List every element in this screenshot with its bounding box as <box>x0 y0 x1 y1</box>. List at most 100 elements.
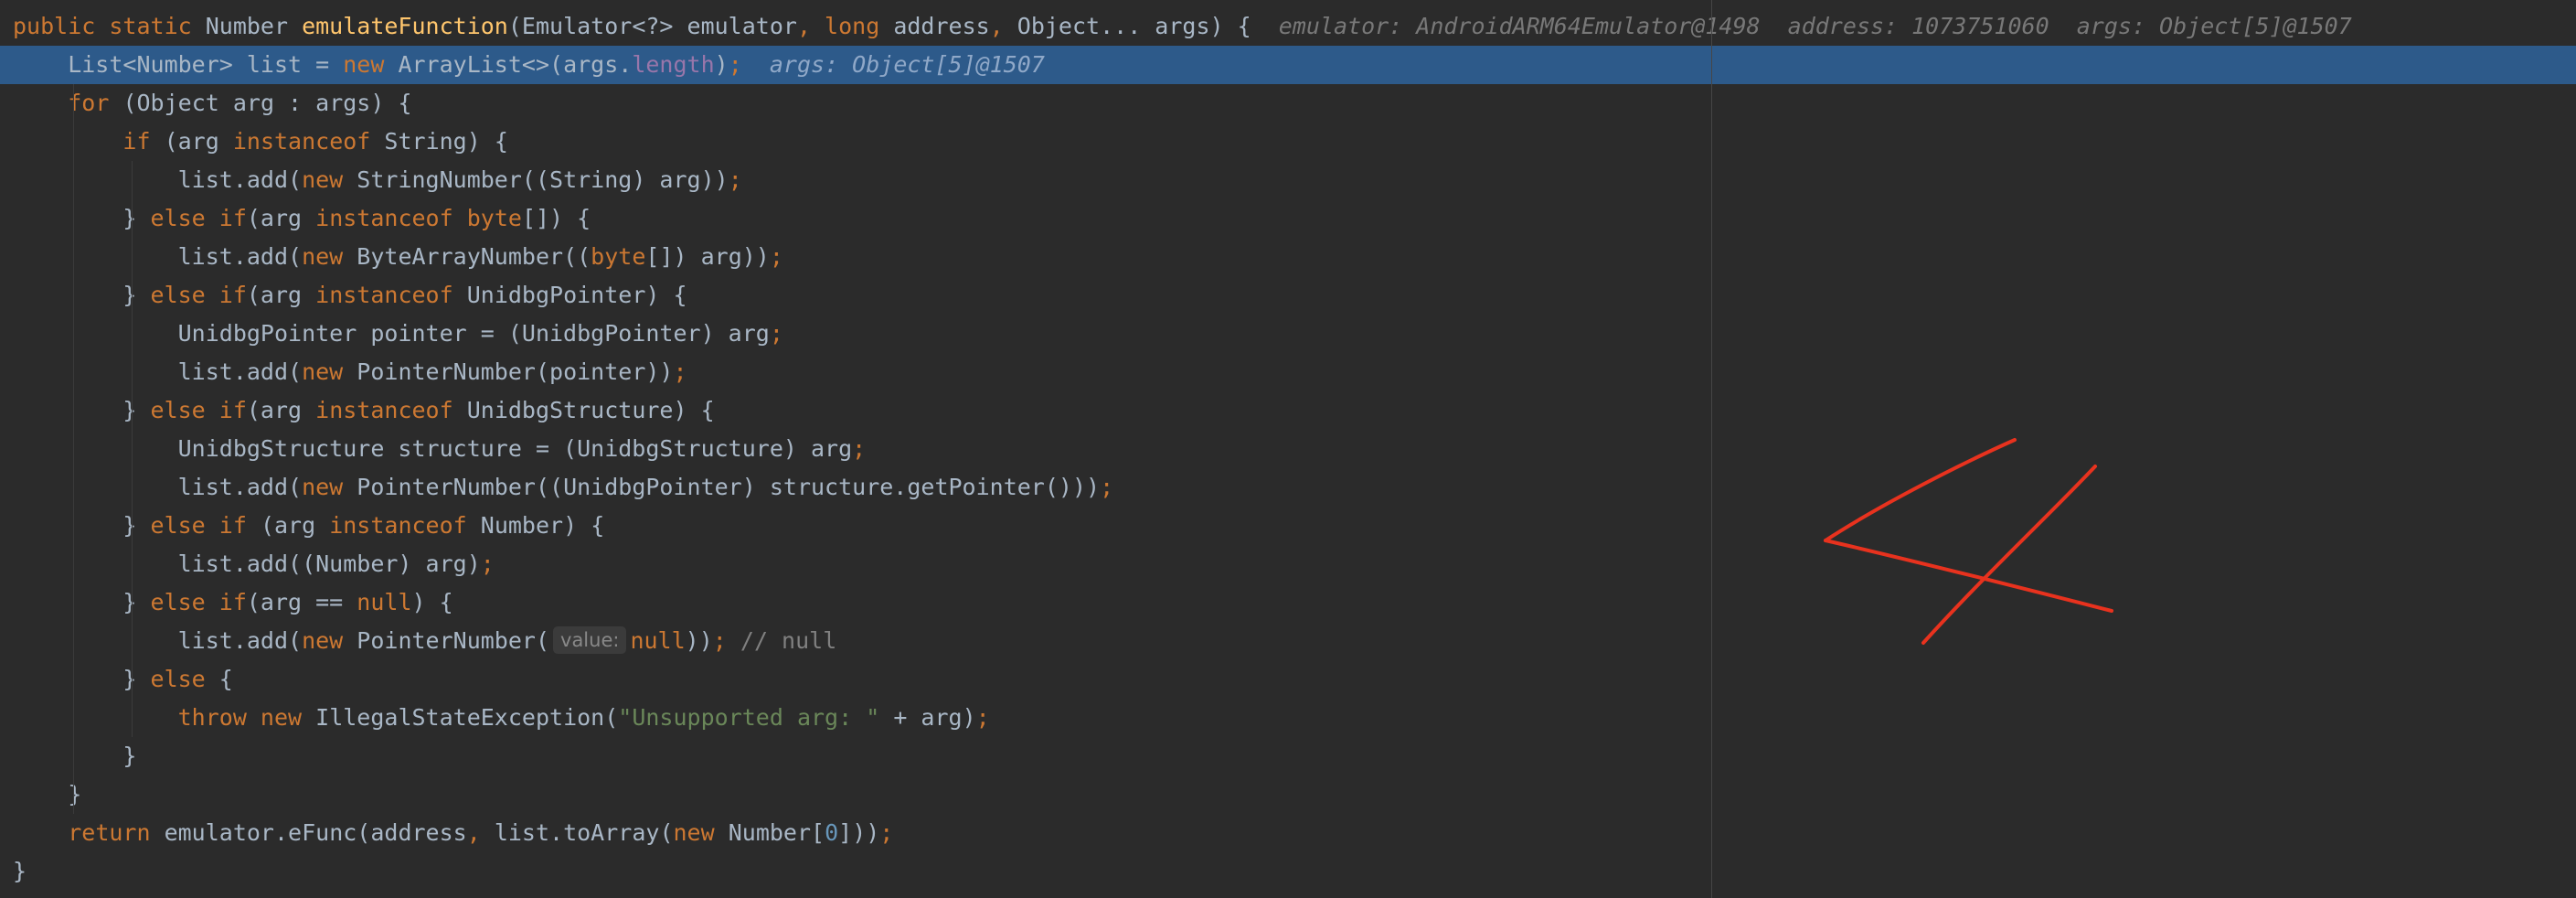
code-token: new <box>302 358 357 385</box>
code-token: else if <box>150 589 247 615</box>
code-token: byte <box>591 243 646 270</box>
code-token: new <box>302 627 357 654</box>
code-token: instanceof <box>329 512 481 539</box>
code-text: } else if (arg instanceof Number) { <box>13 507 604 545</box>
code-token: else if <box>150 282 247 308</box>
code-token: static <box>109 13 206 39</box>
code-line[interactable]: } <box>0 775 2576 814</box>
code-token: ; <box>852 435 867 462</box>
code-token: new <box>302 166 357 193</box>
code-token: long <box>825 13 894 39</box>
code-token: (arg <box>260 512 330 539</box>
code-token: } <box>13 743 137 769</box>
code-token: ; <box>769 320 783 347</box>
code-token: ) <box>714 51 729 78</box>
code-line[interactable]: } else { <box>0 660 2576 699</box>
code-token: instanceof <box>232 128 385 155</box>
code-token: null <box>357 589 412 615</box>
code-text: UnidbgStructure structure = (UnidbgStruc… <box>13 430 867 468</box>
code-line[interactable]: throw new IllegalStateException("Unsuppo… <box>0 699 2576 737</box>
debugger-inline-values: emulator: AndroidARM64Emulator@1498 addr… <box>1251 13 2352 39</box>
code-token: 0 <box>825 819 839 846</box>
code-line[interactable]: list.add(new PointerNumber(pointer)); <box>0 353 2576 391</box>
code-text: list.add(new ByteArrayNumber((byte[]) ar… <box>13 238 783 276</box>
code-text: } else { <box>13 660 233 699</box>
code-text: list.add(new PointerNumber(value: null));… <box>13 622 836 660</box>
code-line[interactable]: } else if(arg instanceof UnidbgPointer) … <box>0 276 2576 315</box>
code-token: null <box>630 627 686 654</box>
code-text: if (arg instanceof String) { <box>13 123 508 161</box>
code-token: UnidbgStructure) { <box>466 397 715 423</box>
code-token: for <box>68 90 123 116</box>
code-token: } <box>13 781 82 807</box>
code-token: { <box>218 666 233 692</box>
code-line[interactable]: list.add(new ByteArrayNumber((byte[]) ar… <box>0 238 2576 276</box>
code-token: // null <box>740 627 837 654</box>
code-token: (arg == <box>246 589 357 615</box>
code-line[interactable]: } else if(arg instanceof UnidbgStructure… <box>0 391 2576 430</box>
code-token: UnidbgPointer pointer = (UnidbgPointer) … <box>13 320 770 347</box>
code-token: } <box>13 858 27 884</box>
indent-guide <box>132 161 133 737</box>
code-text: list.add(new PointerNumber((UnidbgPointe… <box>13 468 1114 507</box>
code-text: public static Number emulateFunction(Emu… <box>13 7 2352 46</box>
code-line[interactable]: list.add((Number) arg); <box>0 545 2576 583</box>
code-text: return emulator.eFunc(address, list.toAr… <box>13 814 893 852</box>
code-token: ; <box>879 819 894 846</box>
code-line[interactable]: } else if(arg == null) { <box>0 583 2576 622</box>
code-text: } else if(arg == null) { <box>13 583 452 622</box>
code-text: list.add(new PointerNumber(pointer)); <box>13 353 687 391</box>
code-token: else if <box>150 205 247 231</box>
code-token: String) { <box>384 128 508 155</box>
code-token: ])) <box>838 819 880 846</box>
code-token: byte <box>466 205 522 231</box>
code-token: list.add( <box>13 358 303 385</box>
code-line-current[interactable]: List<Number> list = new ArrayList<>(args… <box>0 46 2576 84</box>
code-token: )) <box>685 627 713 654</box>
code-line[interactable]: list.add(new PointerNumber((UnidbgPointe… <box>0 468 2576 507</box>
code-token: instanceof <box>315 282 467 308</box>
code-line[interactable]: list.add(new PointerNumber(value: null));… <box>0 622 2576 660</box>
code-token: Object... args) { <box>1017 13 1251 39</box>
code-token: UnidbgStructure structure = (UnidbgStruc… <box>13 435 853 462</box>
code-line[interactable]: if (arg instanceof String) { <box>0 123 2576 161</box>
code-token: UnidbgPointer) { <box>466 282 687 308</box>
code-token: PointerNumber((UnidbgPointer) structure.… <box>357 474 1101 500</box>
code-token: } <box>13 666 151 692</box>
code-token: list.add( <box>13 627 303 654</box>
code-text: List<Number> list = new ArrayList<>(args… <box>13 46 1045 84</box>
code-line[interactable]: UnidbgStructure structure = (UnidbgStruc… <box>0 430 2576 468</box>
indent-guide <box>73 84 74 814</box>
code-line[interactable]: } else if(arg instanceof byte[]) { <box>0 199 2576 238</box>
code-token: (arg <box>164 128 233 155</box>
code-text: UnidbgPointer pointer = (UnidbgPointer) … <box>13 315 783 353</box>
code-line[interactable]: list.add(new StringNumber((String) arg))… <box>0 161 2576 199</box>
code-token: PointerNumber(pointer)) <box>357 358 674 385</box>
code-line[interactable]: } else if (arg instanceof Number) { <box>0 507 2576 545</box>
code-token: public <box>13 13 110 39</box>
code-token: , <box>796 13 825 39</box>
code-token: , <box>989 13 1017 39</box>
code-token: ; <box>728 166 742 193</box>
code-token: else if <box>150 512 261 539</box>
code-token: ; <box>673 358 687 385</box>
code-token: Number <box>205 13 303 39</box>
code-line[interactable]: return emulator.eFunc(address, list.toAr… <box>0 814 2576 852</box>
code-text: list.add(new StringNumber((String) arg))… <box>13 161 742 199</box>
code-token: } <box>13 397 151 423</box>
code-line[interactable]: } <box>0 852 2576 891</box>
code-token: (arg <box>246 282 316 308</box>
code-line[interactable]: UnidbgPointer pointer = (UnidbgPointer) … <box>0 315 2576 353</box>
code-line[interactable]: } <box>0 737 2576 775</box>
code-token: ; <box>728 51 742 78</box>
code-token: (arg <box>246 205 316 231</box>
code-token: return <box>68 819 165 846</box>
parameter-hint: value: <box>553 626 627 654</box>
code-line[interactable]: public static Number emulateFunction(Emu… <box>0 7 2576 46</box>
code-line[interactable]: for (Object arg : args) { <box>0 84 2576 123</box>
code-token: (Object arg : args) { <box>122 90 412 116</box>
code-editor[interactable]: public static Number emulateFunction(Emu… <box>0 0 2576 898</box>
